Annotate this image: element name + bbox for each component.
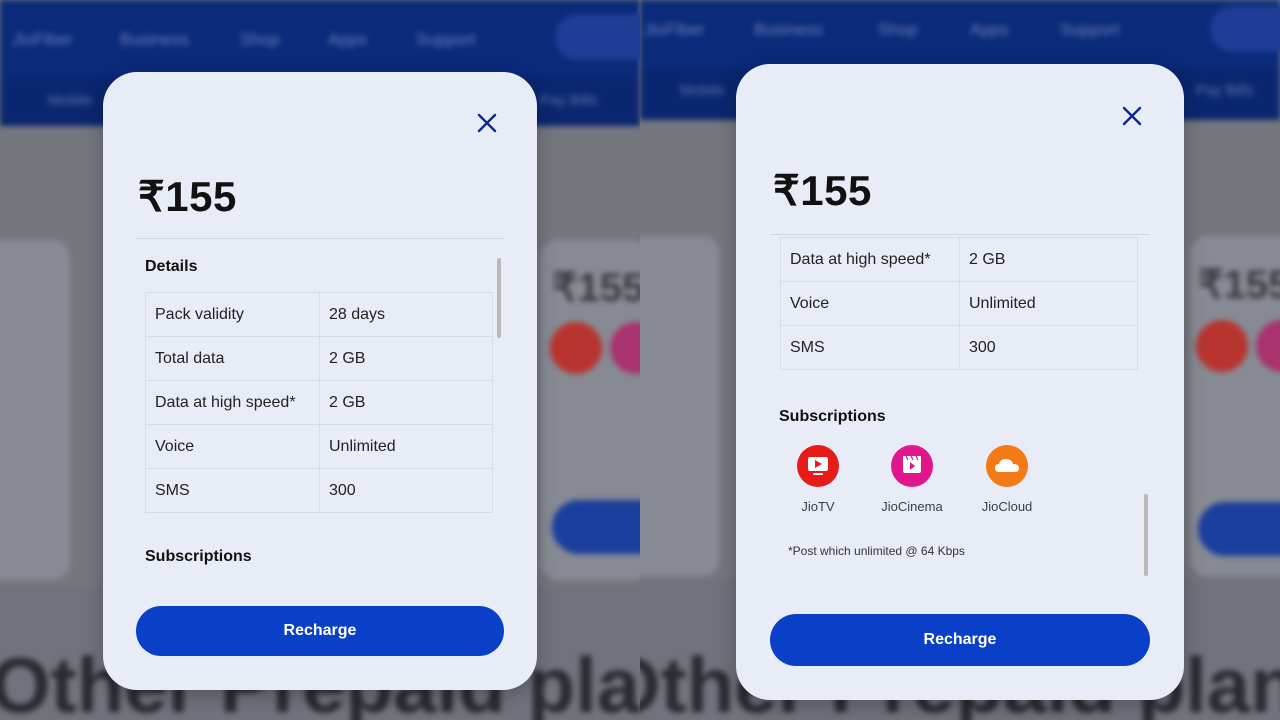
footnote: *Post which unlimited @ 64 Kbps xyxy=(788,544,965,558)
close-icon[interactable] xyxy=(1117,101,1147,131)
table-row: SMS 300 xyxy=(145,468,493,513)
card-app-icon xyxy=(1196,320,1248,372)
subscription-label: JioCinema xyxy=(881,499,943,514)
table-row: Total data 2 GB xyxy=(145,336,493,381)
sub-nav-mobile[interactable]: Mobile xyxy=(48,92,92,109)
detail-value: Unlimited xyxy=(319,424,493,469)
nav-item-apps[interactable]: Apps xyxy=(970,20,1009,40)
close-icon[interactable] xyxy=(472,108,502,138)
detail-label: Pack validity xyxy=(145,292,320,337)
nav-item-shop[interactable]: Shop xyxy=(878,20,918,40)
jiocloud-icon xyxy=(986,445,1028,487)
details-title: Details xyxy=(145,258,198,275)
subscription-jiocinema[interactable]: JioCinema xyxy=(872,445,952,514)
detail-label: SMS xyxy=(145,468,320,513)
sub-nav-mobile[interactable]: Mobile xyxy=(680,82,724,99)
top-nav: JioFiber Business Shop Apps Support xyxy=(640,0,1280,68)
subscriptions-title: Subscriptions xyxy=(779,408,886,425)
subscriptions-title: Subscriptions xyxy=(145,548,252,565)
jiocinema-icon xyxy=(891,445,933,487)
right-screenshot: JioFiber Business Shop Apps Support Mobi… xyxy=(640,0,1280,720)
detail-label: Data at high speed* xyxy=(145,380,320,425)
detail-value: 2 GB xyxy=(319,380,493,425)
nav-item-business[interactable]: Business xyxy=(754,20,823,40)
table-row: SMS 300 xyxy=(780,325,1138,370)
recharge-button[interactable]: Recharge xyxy=(136,606,504,656)
detail-label: Voice xyxy=(780,281,960,326)
top-nav: JioFiber Business Shop Apps Support xyxy=(0,0,640,78)
detail-value: 300 xyxy=(959,325,1138,370)
scrollbar-thumb[interactable] xyxy=(1144,494,1148,576)
recharge-button[interactable]: Recharge xyxy=(770,614,1150,666)
table-row: Pack validity 28 days xyxy=(145,292,493,337)
table-row: Voice Unlimited xyxy=(145,424,493,469)
plan-price: ₹155 xyxy=(773,167,872,214)
details-table: Data at high speed* 2 GB Voice Unlimited… xyxy=(780,237,1138,370)
plan-price: ₹155 xyxy=(138,173,237,220)
nav-item-apps[interactable]: Apps xyxy=(328,30,367,50)
divider xyxy=(770,234,1150,235)
sub-nav-pay-bills[interactable]: Pay Bills xyxy=(540,92,598,109)
nav-item-jiofiber[interactable]: JioFiber xyxy=(12,30,72,50)
detail-value: 2 GB xyxy=(959,237,1138,282)
detail-label: Total data xyxy=(145,336,320,381)
card-price: ₹155 xyxy=(1198,263,1280,307)
nav-item-shop[interactable]: Shop xyxy=(240,30,280,50)
plan-details-modal: ₹155 Data at high speed* 2 GB Voice Unli… xyxy=(736,64,1184,700)
card-app-icon xyxy=(550,322,602,374)
subscription-jiocloud[interactable]: JioCloud xyxy=(967,445,1047,514)
detail-value: 28 days xyxy=(319,292,493,337)
plan-details-modal: ₹155 Details Pack validity 28 days Total… xyxy=(103,72,537,690)
details-table: Pack validity 28 days Total data 2 GB Da… xyxy=(145,292,493,513)
nav-item-jiofiber[interactable]: JioFiber xyxy=(644,20,704,40)
detail-value: 2 GB xyxy=(319,336,493,381)
scrollbar-thumb[interactable] xyxy=(497,258,501,338)
search-box[interactable] xyxy=(555,14,640,60)
detail-value: Unlimited xyxy=(959,281,1138,326)
table-row: Data at high speed* 2 GB xyxy=(780,237,1138,282)
card-recharge-button[interactable] xyxy=(552,500,640,554)
divider xyxy=(136,238,504,239)
sub-nav-pay-bills[interactable]: Pay Bills xyxy=(1196,82,1254,99)
subscription-label: JioTV xyxy=(801,499,835,514)
jiotv-icon xyxy=(797,445,839,487)
subscription-label: JioCloud xyxy=(981,499,1033,514)
detail-label: SMS xyxy=(780,325,960,370)
card-price: ₹155 xyxy=(552,266,640,310)
detail-label: Voice xyxy=(145,424,320,469)
table-row: Voice Unlimited xyxy=(780,281,1138,326)
nav-item-support[interactable]: Support xyxy=(416,30,476,50)
nav-item-business[interactable]: Business xyxy=(120,30,189,50)
plan-card xyxy=(640,236,720,576)
detail-value: 300 xyxy=(319,468,493,513)
card-recharge-button[interactable] xyxy=(1198,502,1280,556)
subscription-jiotv[interactable]: JioTV xyxy=(778,445,858,514)
nav-item-support[interactable]: Support xyxy=(1060,20,1120,40)
table-row: Data at high speed* 2 GB xyxy=(145,380,493,425)
search-box[interactable] xyxy=(1210,6,1280,52)
detail-label: Data at high speed* xyxy=(780,237,960,282)
left-screenshot: JioFiber Business Shop Apps Support Mobi… xyxy=(0,0,640,720)
plan-card xyxy=(0,240,70,580)
